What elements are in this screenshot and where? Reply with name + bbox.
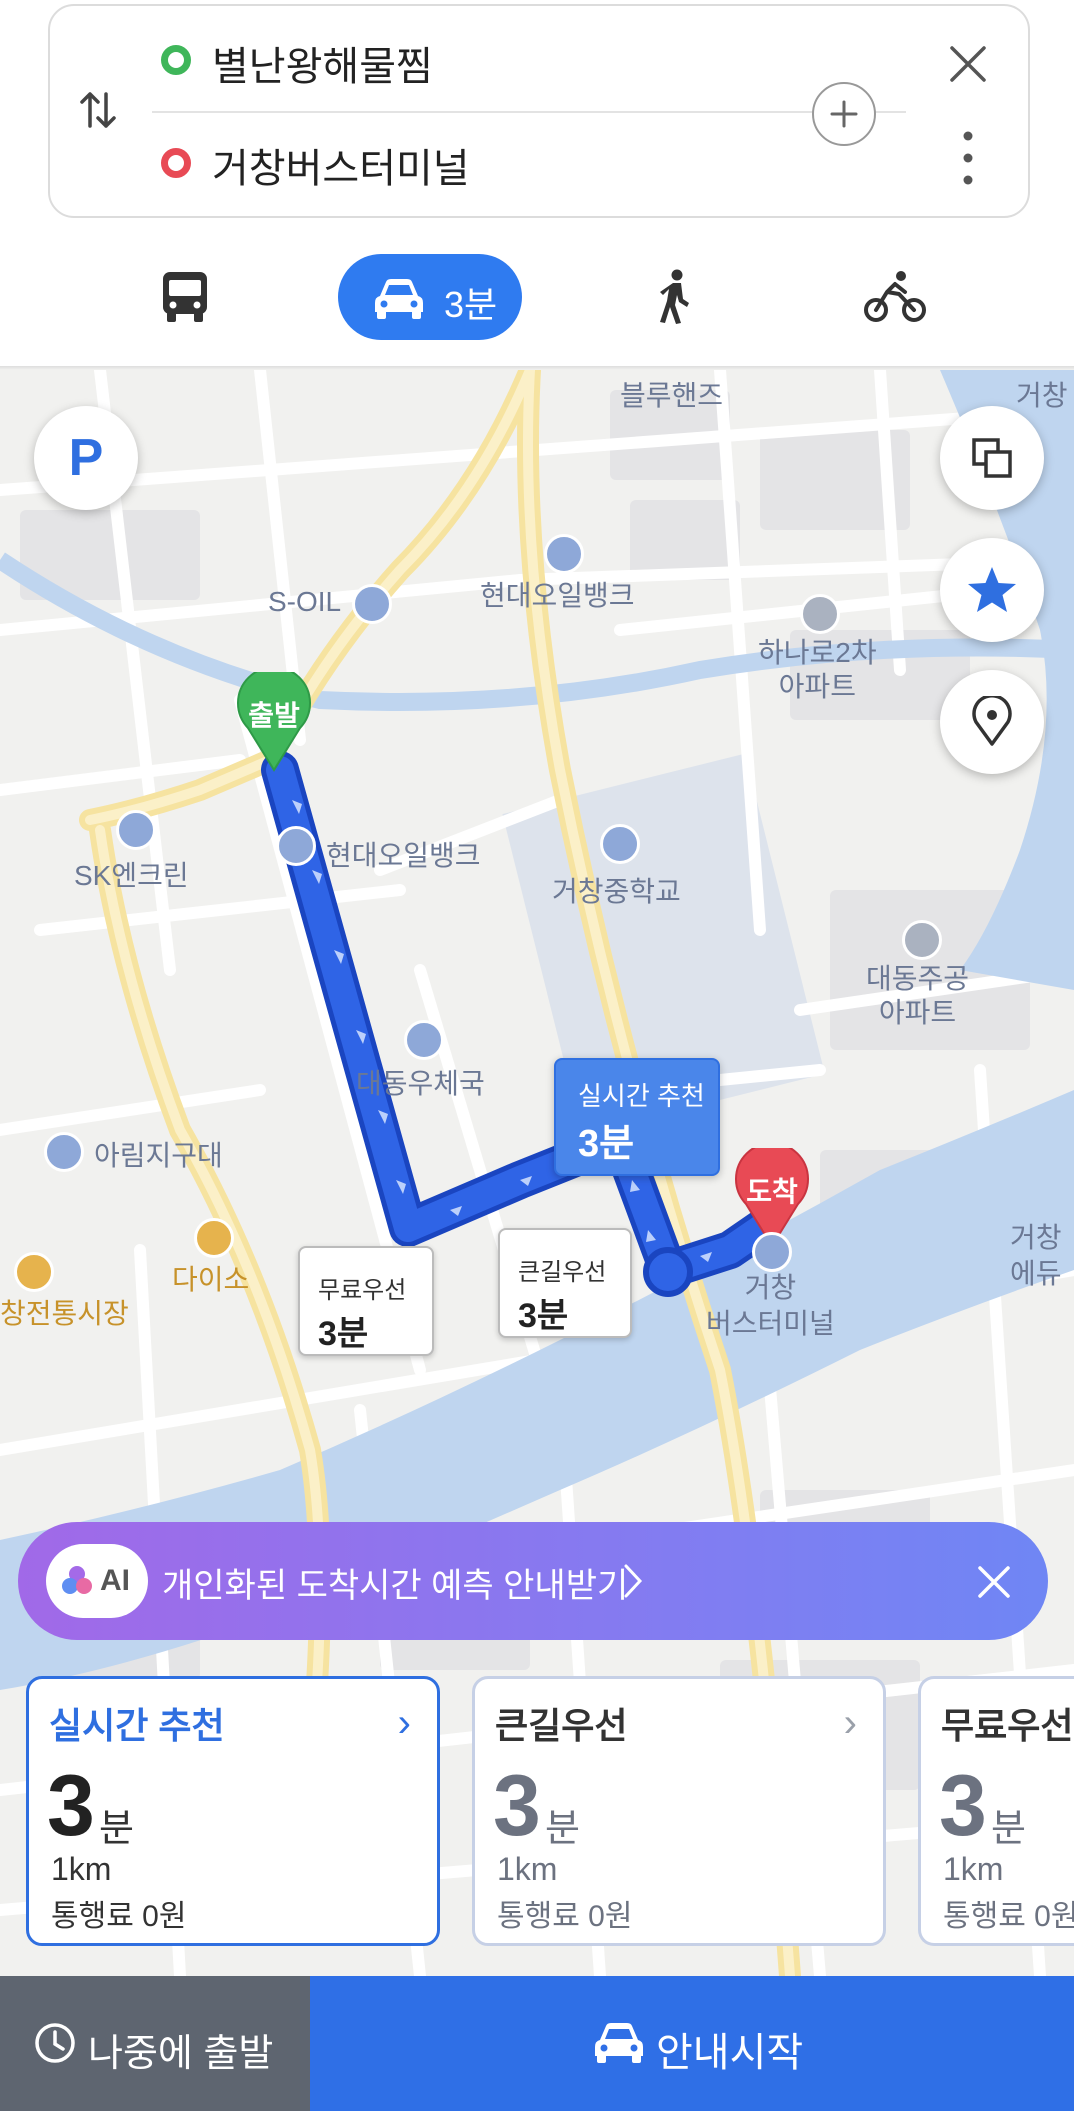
start-navigation-button[interactable]: 안내시작 — [310, 1976, 1074, 2111]
car-icon — [595, 2023, 643, 2063]
input-divider — [152, 111, 906, 113]
gas-station-icon — [276, 826, 316, 866]
route-card-distance: 1km — [51, 1851, 112, 1887]
shop-icon — [194, 1218, 234, 1258]
route-card-minutes: 3 — [493, 1758, 541, 1854]
bus-mode-tab[interactable] — [140, 252, 230, 342]
map-label-market: 창전통시장 — [0, 1298, 129, 1329]
route-tag-time: 3분 — [318, 1315, 369, 1353]
route-tag-realtime[interactable]: 실시간 추천 3분 — [554, 1058, 720, 1176]
current-location-button[interactable] — [940, 670, 1044, 774]
map-label-geochang-middle: 거창중학교 — [552, 876, 681, 907]
market-icon — [14, 1252, 54, 1292]
map-label-hanaro: 하나로2차 아파트 — [758, 637, 877, 702]
destination-dot-icon — [161, 148, 191, 178]
chevron-right-icon: › — [397, 1701, 411, 1745]
clock-icon — [35, 2023, 75, 2063]
map-label-daiso: 다이소 — [172, 1264, 250, 1295]
gas-station-icon — [116, 810, 156, 850]
map-label-daedong-apt: 대동주공 아파트 — [866, 963, 970, 1028]
route-tag-free[interactable]: 무료우선 3분 — [298, 1246, 434, 1356]
police-icon — [44, 1132, 84, 1172]
map-label-geochang-edge: 거창 — [1016, 380, 1068, 411]
school-icon — [600, 824, 640, 864]
route-tag-time: 3분 — [518, 1297, 569, 1335]
more-options-icon[interactable] — [956, 130, 980, 186]
layers-icon — [972, 438, 1012, 478]
swap-icon[interactable] — [76, 88, 120, 132]
origin-input[interactable]: 별난왕해물찜 — [212, 34, 433, 92]
route-tag-label: 무료우선 — [318, 1277, 407, 1304]
map-label-sk-encleen: SK엔크린 — [74, 860, 189, 891]
walk-mode-tab[interactable] — [630, 252, 720, 342]
end-marker-label: 도착 — [746, 1176, 798, 1207]
layers-button[interactable] — [940, 406, 1044, 510]
ai-badge-label: AI — [100, 1564, 130, 1597]
bike-icon — [864, 271, 926, 322]
car-time-label: 3분 — [444, 284, 498, 325]
apartment-icon — [800, 594, 840, 634]
map-label-blue-hands: 블루핸즈 — [620, 380, 724, 411]
route-card-highway[interactable]: 큰길우선 › 3 분 1km 통행료 0원 — [472, 1676, 886, 1946]
map-label-hyundai-oilbank-2: 현대오일뱅크 — [326, 840, 481, 871]
chevron-right-icon — [624, 1564, 643, 1598]
depart-later-label: 나중에 출발 — [88, 2033, 274, 2075]
route-card-minutes: 3 — [47, 1758, 95, 1854]
map-label-daedong-post: 대동우체국 — [356, 1068, 485, 1099]
start-marker[interactable]: 출발 — [236, 666, 312, 772]
route-card-free[interactable]: 무료우선 3 분 1km 통행료 0원 — [918, 1676, 1074, 1946]
start-marker-label: 출발 — [248, 700, 300, 731]
start-navigation-label: 안내시작 — [656, 2031, 804, 2075]
route-card-unit: 분 — [991, 1808, 1026, 1850]
apartment-icon — [902, 920, 942, 960]
ai-banner-text: 개인화된 도착시간 예측 안내받기 — [162, 1567, 629, 1605]
chevron-right-icon: › — [843, 1701, 857, 1745]
map-label-arim-police: 아림지구대 — [94, 1140, 223, 1171]
route-card-distance: 1km — [497, 1851, 558, 1887]
route-tag-time: 3분 — [578, 1123, 635, 1165]
gas-station-icon — [352, 584, 392, 624]
bus-icon — [163, 272, 207, 322]
bus-terminal-icon — [752, 1232, 792, 1272]
car-mode-tab[interactable]: 3분 — [338, 254, 522, 340]
map-label-terminal: 거창 버스터미널 — [706, 1272, 835, 1339]
ai-sparkle-icon — [62, 1566, 92, 1594]
post-office-icon — [404, 1020, 444, 1060]
favorite-button[interactable] — [940, 538, 1044, 642]
location-pin-icon — [972, 696, 1012, 746]
parking-icon: P — [68, 429, 104, 487]
close-icon[interactable] — [946, 42, 990, 86]
ai-banner-close-icon[interactable] — [976, 1564, 1012, 1600]
route-card-unit: 분 — [545, 1808, 580, 1850]
route-card-minutes: 3 — [939, 1758, 987, 1854]
star-icon — [968, 567, 1016, 612]
route-card-unit: 분 — [99, 1808, 134, 1850]
bike-mode-tab[interactable] — [850, 252, 940, 342]
route-card-name: 무료우선 — [941, 1705, 1074, 1746]
route-card-realtime[interactable]: 실시간 추천 › 3 분 1km 통행료 0원 — [26, 1676, 440, 1946]
route-card-toll: 통행료 0원 — [943, 1900, 1074, 1933]
destination-input[interactable]: 거창버스터미널 — [212, 136, 470, 194]
depart-later-button[interactable]: 나중에 출발 — [0, 1976, 310, 2111]
map-label-edu-edge: 거창 에듀 — [1010, 1222, 1062, 1289]
ai-badge: AI — [46, 1544, 148, 1618]
route-card-name: 실시간 추천 — [49, 1705, 225, 1746]
ai-banner[interactable]: AI 개인화된 도착시간 예측 안내받기 — [18, 1522, 1048, 1640]
add-waypoint-button[interactable] — [812, 82, 876, 146]
route-tag-label: 큰길우선 — [518, 1259, 607, 1286]
map-label-s-oil: S-OIL — [268, 586, 342, 617]
route-card-toll: 통행료 0원 — [497, 1900, 633, 1933]
route-search-header: 별난왕해물찜 거창버스터미널 3분 — [0, 0, 1074, 370]
route-tag-label: 실시간 추천 — [578, 1081, 705, 1111]
route-card-name: 큰길우선 — [495, 1705, 628, 1746]
parking-button[interactable]: P — [34, 406, 138, 510]
car-icon — [375, 279, 423, 319]
route-card-distance: 1km — [943, 1851, 1004, 1887]
walk-icon — [660, 269, 689, 324]
gas-station-icon — [544, 534, 584, 574]
origin-dot-icon — [161, 45, 191, 75]
map-label-hyundai-oilbank-1: 현대오일뱅크 — [480, 580, 635, 611]
route-card-toll: 통행료 0원 — [51, 1900, 187, 1933]
route-tag-highway[interactable]: 큰길우선 3분 — [498, 1228, 632, 1338]
